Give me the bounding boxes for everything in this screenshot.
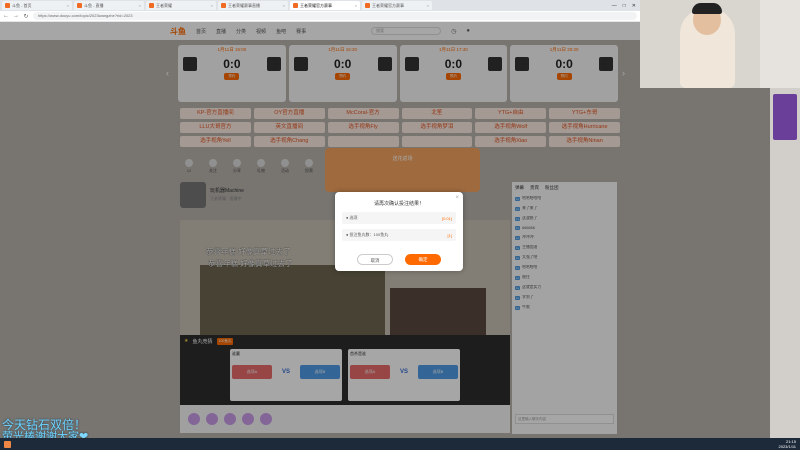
webcam-feed — [640, 0, 800, 88]
browser-tab[interactable]: 王者荣耀官方赛事 × — [362, 1, 432, 10]
tab-label: 王者荣耀官方赛事 — [372, 2, 404, 8]
taskbar-clock[interactable]: 21:15 2023/1/11 — [779, 439, 797, 449]
browser-tab[interactable]: 斗鱼 - 直播 × — [74, 1, 144, 10]
close-icon[interactable]: ✕ — [632, 3, 636, 9]
dialog-buttons: 取消 确定 — [335, 254, 463, 265]
dialog-title: 请再次确认投注结果！ — [373, 201, 424, 207]
clock-date: 2023/1/11 — [778, 444, 797, 449]
streamer-hair — [692, 3, 722, 14]
browser-tab[interactable]: 王者荣耀 × — [146, 1, 216, 10]
douyu-tab-icon — [365, 3, 370, 8]
tab-close-icon[interactable]: × — [283, 3, 285, 8]
minimize-icon[interactable]: — — [612, 3, 617, 9]
tab-close-icon[interactable]: × — [427, 3, 429, 8]
cancel-button[interactable]: 取消 — [357, 254, 393, 265]
browser-tab[interactable]: 王者荣耀赛事直播 × — [218, 1, 288, 10]
douyu-tab-icon — [221, 3, 226, 8]
amount-label: ● 投注鱼丸数：100鱼丸 — [346, 232, 389, 237]
douyu-tab-icon — [149, 3, 154, 8]
window-controls: — □ ✕ — [612, 3, 640, 9]
douyu-tab-icon — [293, 3, 298, 8]
tab-close-icon[interactable]: × — [211, 3, 213, 8]
os-taskbar: 21:15 2023/1/11 — [0, 438, 800, 450]
confirm-button[interactable]: 确定 — [405, 254, 441, 265]
option-label: ● 选项 — [346, 215, 358, 220]
right-side-panel — [770, 88, 800, 438]
browser-tabbar: 斗鱼 - 首页 × 斗鱼 - 直播 × 王者荣耀 × 王者荣耀赛事直播 × 王者荣耀官方赛事 × 王… — [0, 0, 640, 11]
tab-close-icon[interactable]: × — [67, 3, 69, 8]
tab-close-icon[interactable]: × — [139, 3, 141, 8]
confirm-dialog: × 请再次确认投注结果！ ● 选项 [0.01] ● 投注鱼丸数：100鱼丸 [… — [335, 192, 463, 271]
tab-label: 斗鱼 - 首页 — [12, 2, 32, 8]
tab-label: 斗鱼 - 直播 — [84, 2, 104, 8]
douyu-tab-icon — [5, 3, 10, 8]
douyu-tab-icon — [77, 3, 82, 8]
dialog-amount-row: ● 投注鱼丸数：100鱼丸 [1] — [342, 229, 456, 241]
app-icon[interactable] — [4, 440, 11, 448]
back-icon[interactable]: ← — [3, 13, 9, 19]
tab-label: 王者荣耀官方赛事 — [300, 2, 332, 8]
tab-label: 王者荣耀 — [156, 2, 172, 8]
address-bar: ← → ↻ https://www.douyu.com/topic/2023wa… — [0, 11, 640, 22]
tab-label: 王者荣耀赛事直播 — [228, 2, 260, 8]
browser-tab[interactable]: 王者荣耀官方赛事 × — [290, 1, 360, 10]
reload-icon[interactable]: ↻ — [23, 13, 29, 20]
background-shelf — [760, 0, 800, 88]
forward-icon[interactable]: → — [13, 13, 19, 19]
close-icon[interactable]: × — [455, 195, 459, 201]
tab-close-icon[interactable]: × — [355, 3, 357, 8]
browser-tab[interactable]: 斗鱼 - 首页 × — [2, 1, 72, 10]
promo-thumbnail[interactable] — [773, 94, 797, 140]
option-value: [0.01] — [441, 215, 452, 221]
amount-value: [1] — [447, 232, 452, 238]
dialog-option-row: ● 选项 [0.01] — [342, 212, 456, 224]
url-input[interactable]: https://www.douyu.com/topic/2023wangzhe?… — [33, 12, 637, 20]
maximize-icon[interactable]: □ — [623, 3, 626, 9]
